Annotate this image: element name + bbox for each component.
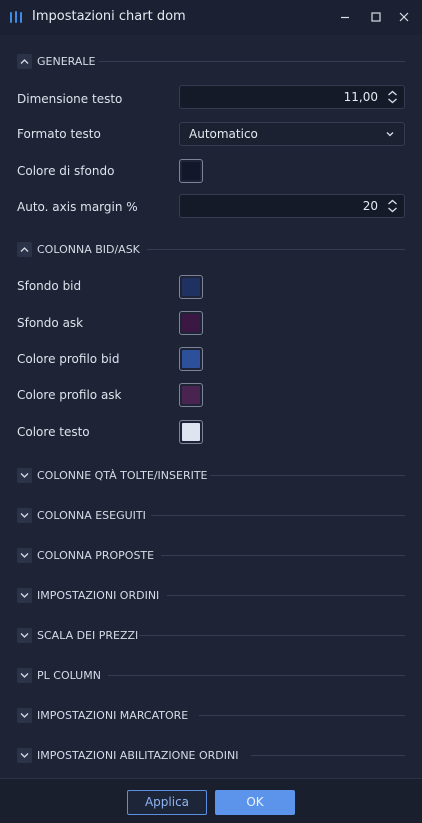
dialog-footer: Applica OK <box>0 778 422 823</box>
expand-toggle[interactable] <box>17 628 32 643</box>
swatch-fill <box>182 162 200 180</box>
section-divider <box>99 61 405 62</box>
section-divider <box>210 475 405 476</box>
colore-sfondo-label: Colore di sfondo <box>17 164 115 178</box>
chevron-down-icon <box>20 753 29 758</box>
section-title: COLONNA ESEGUITI <box>37 509 146 522</box>
expand-toggle[interactable] <box>17 548 32 563</box>
section-generale[interactable]: GENERALE <box>17 54 405 70</box>
chevron-down-icon <box>20 473 29 478</box>
section-divider <box>251 755 405 756</box>
section-divider <box>139 635 405 636</box>
section-colonna-eseguiti[interactable]: COLONNA ESEGUITI <box>17 508 405 524</box>
collapse-toggle[interactable] <box>17 242 32 257</box>
formato-testo-value: Automatico <box>189 127 258 141</box>
section-colonne-qta[interactable]: COLONNE QTÀ TOLTE/INSERITE <box>17 468 405 484</box>
profilo-ask-swatch[interactable] <box>179 383 203 407</box>
minimize-button[interactable] <box>336 8 354 26</box>
expand-toggle[interactable] <box>17 468 32 483</box>
chevron-down-icon <box>20 633 29 638</box>
chart-dom-icon <box>10 11 22 23</box>
axis-margin-value: 20 <box>362 199 378 213</box>
expand-toggle[interactable] <box>17 508 32 523</box>
sfondo-bid-label: Sfondo bid <box>17 279 82 293</box>
expand-toggle[interactable] <box>17 588 32 603</box>
close-icon <box>399 12 409 22</box>
section-title: IMPOSTAZIONI ORDINI <box>37 589 160 602</box>
section-scala-prezzi[interactable]: SCALA DEI PREZZI <box>17 628 405 644</box>
spinner-icon[interactable] <box>387 199 398 213</box>
section-title: COLONNA PROPOSTE <box>37 549 155 562</box>
section-divider <box>147 249 405 250</box>
sfondo-ask-swatch[interactable] <box>179 311 203 335</box>
section-divider <box>151 515 405 516</box>
section-colonna-proposte[interactable]: COLONNA PROPOSTE <box>17 548 405 564</box>
section-divider <box>167 595 405 596</box>
swatch-fill <box>182 386 200 404</box>
colore-testo-label: Colore testo <box>17 425 90 439</box>
chevron-down-icon <box>20 713 29 718</box>
sfondo-ask-label: Sfondo ask <box>17 316 84 330</box>
section-title: PL COLUMN <box>37 669 101 682</box>
collapse-toggle[interactable] <box>17 54 32 69</box>
chevron-down-icon <box>20 673 29 678</box>
formato-testo-label: Formato testo <box>17 127 101 141</box>
section-title: IMPOSTAZIONI MARCATORE <box>37 709 189 722</box>
swatch-fill <box>182 314 200 332</box>
chevron-up-icon <box>20 247 29 252</box>
swatch-fill <box>182 278 200 296</box>
maximize-button[interactable] <box>367 8 385 26</box>
chevron-down-icon <box>386 132 394 137</box>
sfondo-bid-swatch[interactable] <box>179 275 203 299</box>
settings-panel: GENERALE Dimensione testo 11,00 Formato … <box>0 35 422 778</box>
axis-margin-input[interactable]: 20 <box>179 194 405 218</box>
section-title: COLONNA BID/ASK <box>37 243 140 256</box>
section-abilitazione-ordini[interactable]: IMPOSTAZIONI ABILITAZIONE ORDINI <box>17 748 405 764</box>
chevron-down-icon <box>20 593 29 598</box>
title-bar: Impostazioni chart dom <box>0 0 422 35</box>
section-impostazioni-marcatore[interactable]: IMPOSTAZIONI MARCATORE <box>17 708 405 724</box>
section-pl-column[interactable]: PL COLUMN <box>17 668 405 684</box>
swatch-fill <box>182 423 200 441</box>
profilo-bid-label: Colore profilo bid <box>17 352 120 366</box>
formato-testo-select[interactable]: Automatico <box>179 122 405 146</box>
chevron-up-icon <box>20 59 29 64</box>
ok-button[interactable]: OK <box>215 790 295 815</box>
window-title: Impostazioni chart dom <box>32 9 186 24</box>
section-divider <box>108 675 405 676</box>
swatch-fill <box>182 350 200 368</box>
expand-toggle[interactable] <box>17 668 32 683</box>
spinner-icon[interactable] <box>387 90 398 104</box>
profilo-ask-label: Colore profilo ask <box>17 388 122 402</box>
section-title: COLONNE QTÀ TOLTE/INSERITE <box>37 469 208 482</box>
colore-sfondo-swatch[interactable] <box>179 159 203 183</box>
profilo-bid-swatch[interactable] <box>179 347 203 371</box>
dimensione-testo-value: 11,00 <box>343 90 378 104</box>
apply-button[interactable]: Applica <box>127 790 207 815</box>
section-impostazioni-ordini[interactable]: IMPOSTAZIONI ORDINI <box>17 588 405 604</box>
colore-testo-swatch[interactable] <box>179 420 203 444</box>
section-title: GENERALE <box>37 55 96 68</box>
chevron-down-icon <box>20 553 29 558</box>
chevron-down-icon <box>20 513 29 518</box>
axis-margin-label: Auto. axis margin % <box>17 200 138 214</box>
maximize-icon <box>371 12 381 22</box>
section-title: IMPOSTAZIONI ABILITAZIONE ORDINI <box>37 749 239 762</box>
section-title: SCALA DEI PREZZI <box>37 629 139 642</box>
expand-toggle[interactable] <box>17 748 32 763</box>
minimize-icon <box>341 16 349 19</box>
dimensione-testo-label: Dimensione testo <box>17 92 123 106</box>
section-divider <box>199 715 405 716</box>
expand-toggle[interactable] <box>17 708 32 723</box>
section-colonna-bid-ask[interactable]: COLONNA BID/ASK <box>17 242 405 258</box>
dimensione-testo-input[interactable]: 11,00 <box>179 85 405 109</box>
section-divider <box>161 555 405 556</box>
close-button[interactable] <box>395 8 413 26</box>
